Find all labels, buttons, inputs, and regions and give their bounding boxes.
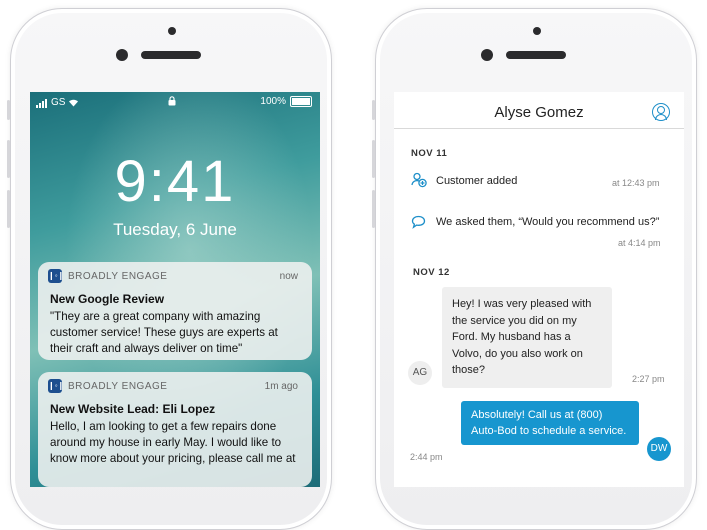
status-bar: GS 100% [30,92,320,112]
broadly-app-icon: ❙◦❙ [48,269,64,283]
notification-time: 1m ago [264,381,298,392]
volume-down-button [7,190,10,228]
carrier-info: GS [36,97,79,108]
battery-status: 100% [260,96,312,107]
event-text: Customer added [436,175,518,187]
notification-body: "They are a great company with amazing c… [50,310,278,355]
chat-header: Alyse Gomez [394,92,684,129]
battery-percent: 100% [260,96,286,107]
notification-time: now [279,271,298,282]
signal-icon [36,97,48,108]
incoming-message: Hey! I was very pleased with the service… [442,287,612,388]
carrier-name: GS [51,97,66,108]
front-camera [116,49,128,61]
proximity-sensor [533,27,541,35]
wifi-icon [69,99,79,107]
date-divider: NOV 12 [413,267,450,278]
volume-down-button [372,190,375,228]
notification-card[interactable]: ❙◦❙ BROADLY ENGAGE 1m ago New Website Le… [38,372,312,487]
notification-title: New Website Lead: Eli Lopez [50,402,216,416]
volume-up-button [372,140,375,178]
volume-up-button [7,140,10,178]
notification-app-name: BROADLY ENGAGE [68,381,168,392]
broadly-app-icon: ❙◦❙ [48,379,64,393]
lock-time: 9:41 [114,149,236,214]
notification-title: New Google Review [50,292,165,306]
speaker-grille [506,51,566,59]
chat-bubble-icon [411,215,426,229]
event-time: at 4:14 pm [618,238,661,248]
date-divider: NOV 11 [411,148,448,159]
front-camera [481,49,493,61]
avatar: DW [647,437,671,461]
battery-icon [290,96,312,107]
add-customer-icon [411,172,427,188]
proximity-sensor [168,27,176,35]
chat-screen: Alyse Gomez NOV 11 Customer added at 12:… [394,92,684,487]
message-time: 2:27 pm [632,374,665,384]
notification-card[interactable]: ❙◦❙ BROADLY ENGAGE now New Google Review… [38,262,312,360]
notification-body: Hello, I am looking to get a few repairs… [50,420,296,465]
chat-contact-name: Alyse Gomez [494,104,584,121]
outgoing-message: Absolutely! Call us at (800) Auto-Bod to… [461,401,639,445]
lock-screen: GS 100% 9:41 Tuesday, 6 June ❙◦❙ BROADLY… [30,92,320,487]
profile-icon[interactable] [652,103,670,121]
event-text: We asked them, “Would you recommend us?” [436,216,660,228]
speaker-grille [141,51,201,59]
mute-switch [372,100,375,120]
notification-app-name: BROADLY ENGAGE [68,271,168,282]
message-time: 2:44 pm [410,452,443,462]
mute-switch [7,100,10,120]
lock-date: Tuesday, 6 June [113,220,237,239]
lock-icon [168,96,176,106]
avatar: AG [408,361,432,385]
event-time: at 12:43 pm [612,178,660,188]
